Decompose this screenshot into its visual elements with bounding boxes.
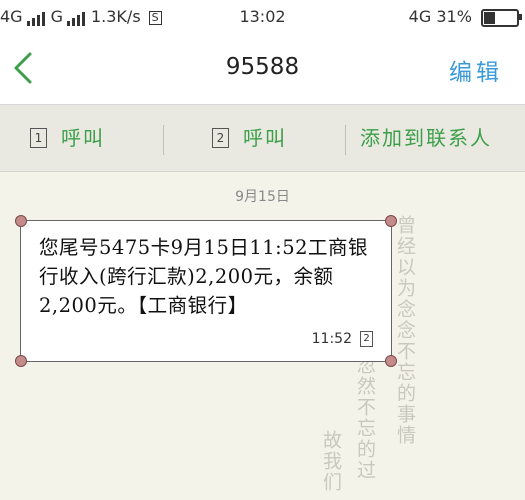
call-sim1-label: 呼叫 [61,126,105,150]
battery-percent: 31% [436,7,472,26]
bubble-corner-ornament [385,355,397,367]
sim2-indicator-icon: 2 [360,331,373,347]
date-separator: 9月15日 [235,189,290,205]
call-sim2-label: 呼叫 [243,126,287,150]
status-bar: 4G G 1.3K/s S 13:02 4G 31% [0,0,525,34]
divider [163,125,164,155]
bubble-corner-ornament [15,215,27,227]
battery-icon [481,8,522,27]
bubble-corner-ornament [385,215,397,227]
message-time: 11:52 [311,331,352,347]
contact-title: 95588 [225,54,300,80]
message-text: 您尾号5475卡9月15日11:52工商银行收入(跨行汇款)2,200元，余额2… [39,236,369,317]
message-meta: 11:52 2 [312,331,373,347]
call-sim2-button[interactable]: 2 呼叫 [212,105,287,171]
sim1-icon: 1 [30,127,47,148]
add-to-contacts-button[interactable]: 添加到联系人 [360,105,492,171]
divider [345,125,346,155]
conversation-header: 95588 编辑 [0,34,525,105]
edit-button[interactable]: 编辑 [449,53,503,87]
decor-text-3: 故我们 [320,430,342,493]
message-bubble[interactable]: 您尾号5475卡9月15日11:52工商银行收入(跨行汇款)2,200元，余额2… [15,215,397,367]
right-network-type: 4G [408,7,432,26]
battery-level [484,11,495,24]
call-sim1-button[interactable]: 1 呼叫 [30,105,105,171]
decor-text-2: 忽然不忘的过 [354,355,376,481]
sim2-icon: 2 [212,127,229,148]
decor-text-1: 曾经以为念念不忘的事情 [394,215,416,446]
action-bar: 1 呼叫 2 呼叫 添加到联系人 [0,105,525,172]
bubble-corner-ornament [15,355,27,367]
